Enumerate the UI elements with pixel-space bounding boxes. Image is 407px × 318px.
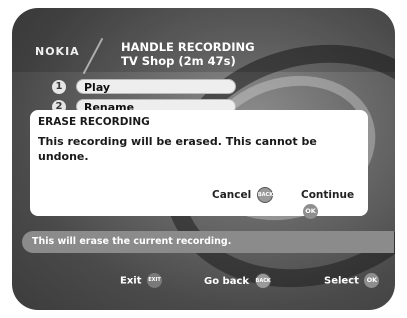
select-label: Select: [324, 275, 359, 287]
cancel-label: Cancel: [212, 189, 252, 201]
continue-label: Continue: [301, 189, 355, 201]
back-key-icon: BACK: [254, 273, 271, 289]
go-back-label: Go back: [204, 276, 250, 287]
menu-number-1: 1: [52, 80, 66, 94]
continue-button[interactable]: Continue OK: [301, 187, 368, 219]
dialog-message: This recording will be erased. This cann…: [38, 135, 317, 163]
ok-key-icon: OK: [364, 273, 380, 288]
brand-logo: NOKIA: [35, 45, 80, 58]
select-button[interactable]: Select OK: [324, 273, 380, 289]
recording-subtitle: TV Shop (2m 47s): [121, 54, 236, 68]
ok-key-icon: OK: [303, 203, 318, 219]
dialog-title: ERASE RECORDING: [38, 116, 150, 128]
menu-item-label[interactable]: Play: [76, 79, 236, 94]
status-bar: This will erase the current recording.: [22, 231, 394, 253]
erase-dialog: ERASE RECORDING This recording will be e…: [30, 110, 368, 219]
page-title: HANDLE RECORDING TV Shop (2m 47s): [121, 40, 255, 68]
exit-key-icon: EXIT: [146, 273, 162, 288]
go-back-button[interactable]: Go back BACK: [204, 273, 271, 289]
exit-button[interactable]: Exit EXIT: [120, 273, 162, 289]
back-key-icon: BACK: [256, 187, 273, 203]
screen-title: HANDLE RECORDING: [121, 40, 255, 54]
cancel-button[interactable]: Cancel BACK: [212, 187, 273, 203]
exit-label: Exit: [120, 275, 142, 287]
